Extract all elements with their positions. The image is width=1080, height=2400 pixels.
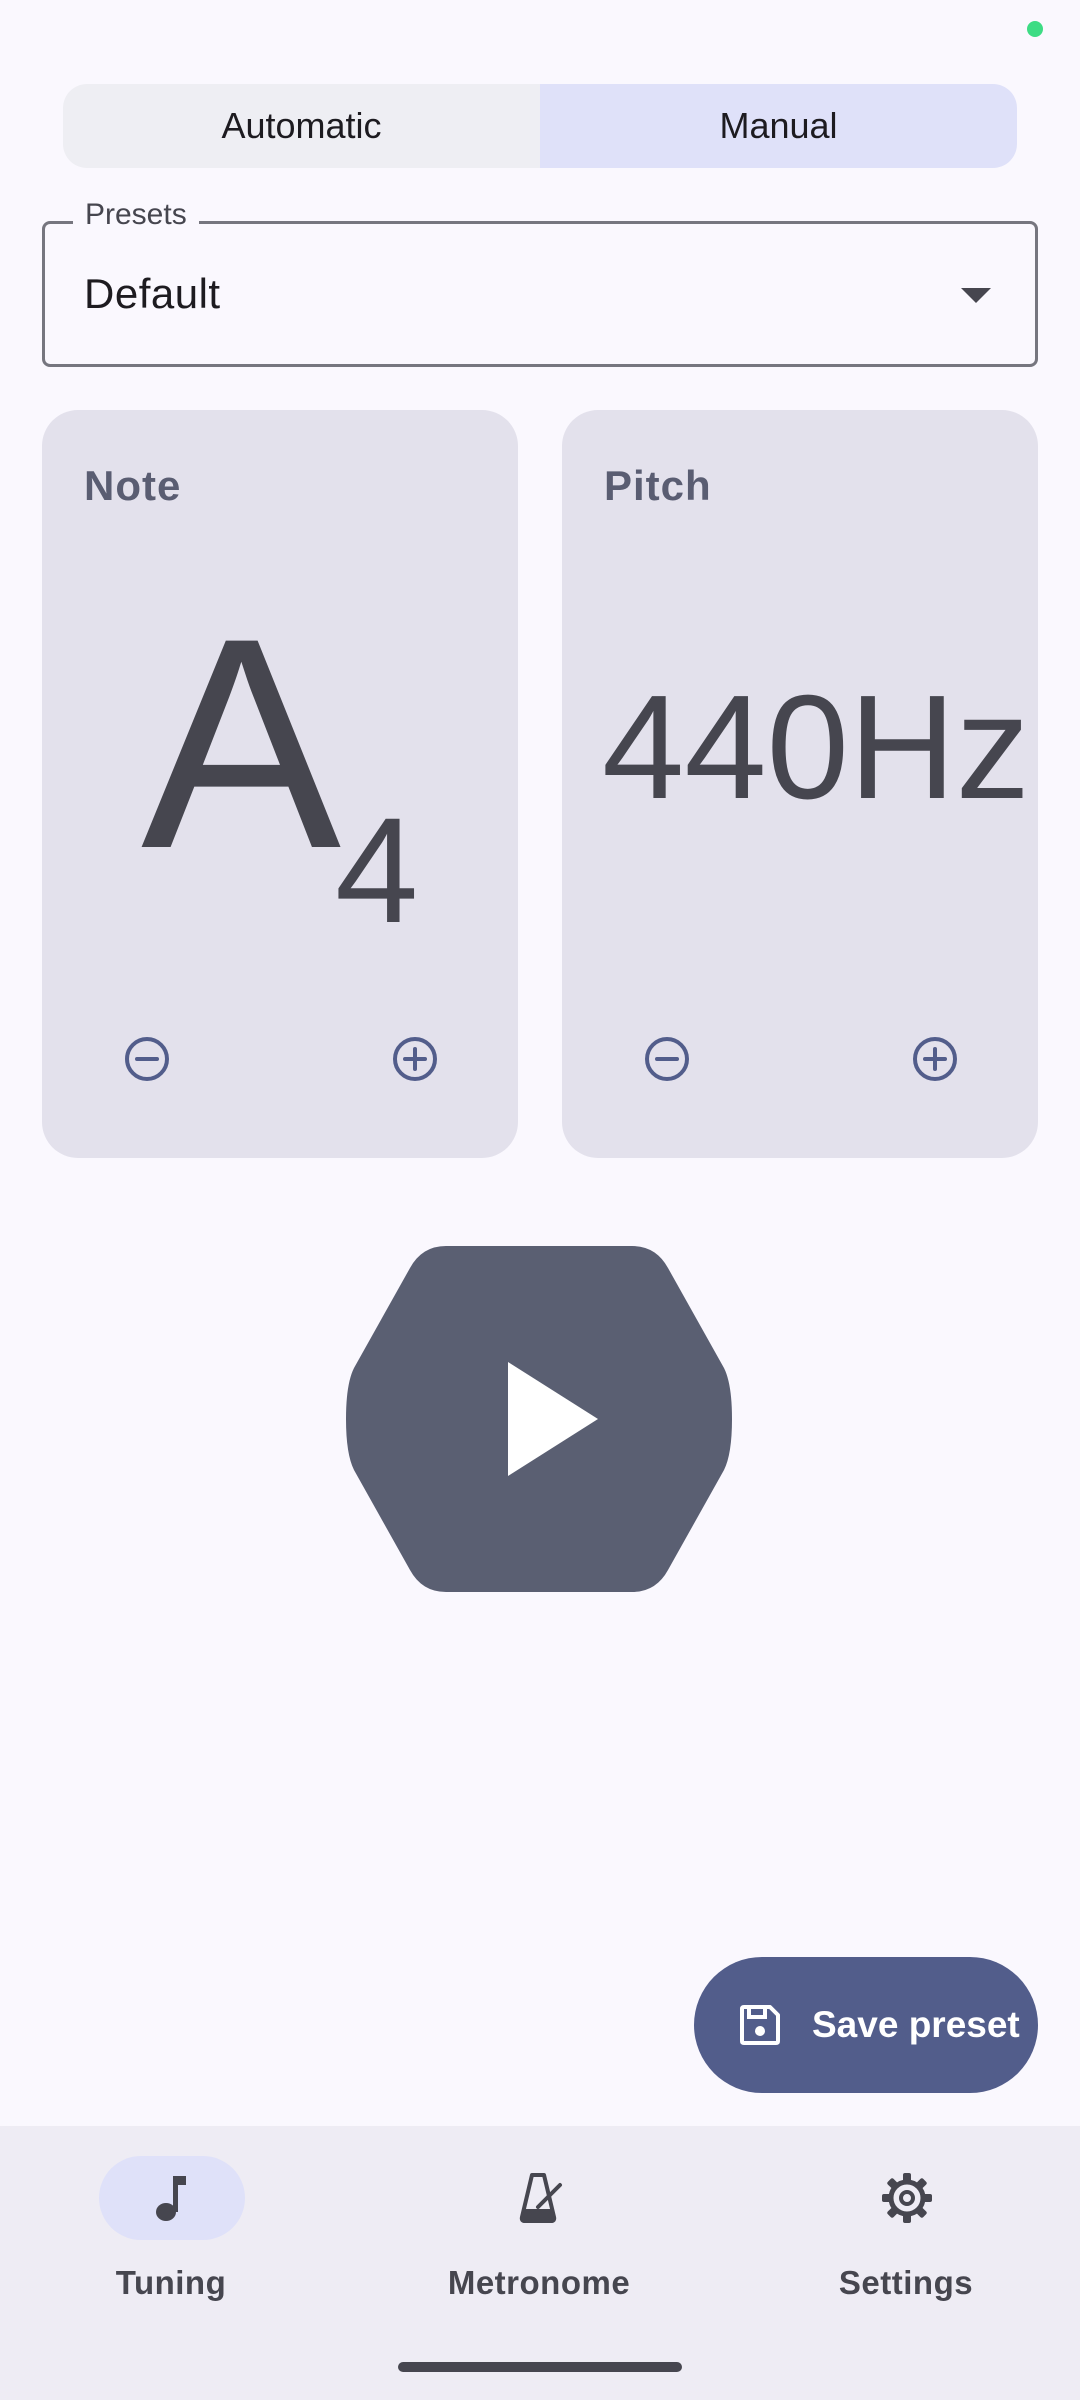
tab-automatic[interactable]: Automatic: [63, 84, 540, 168]
pitch-card: Pitch 440Hz: [562, 410, 1038, 1158]
tab-automatic-label: Automatic: [221, 105, 382, 146]
metronome-icon: [519, 2173, 562, 2223]
save-icon: [740, 2005, 780, 2045]
dropdown-arrow-icon: [961, 288, 991, 303]
music-note-icon: [156, 2176, 186, 2221]
play-button[interactable]: [346, 1246, 732, 1592]
note-letter: A: [141, 575, 342, 911]
nav-item-tuning[interactable]: Tuning: [51, 2156, 291, 2316]
plus-circle-icon: [393, 1037, 437, 1081]
note-octave: 4: [335, 786, 419, 954]
note-increase-button[interactable]: [385, 1029, 445, 1089]
note-card-title: Note: [84, 462, 182, 509]
gear-icon: [882, 2173, 932, 2223]
pitch-card-title: Pitch: [604, 462, 712, 509]
tab-manual[interactable]: Manual: [540, 84, 1017, 168]
presets-dropdown[interactable]: Presets Default: [42, 198, 1038, 367]
presets-value: Default: [84, 270, 221, 317]
privacy-indicator-dot: [1027, 21, 1043, 37]
note-card: Note A 4: [42, 410, 518, 1158]
note-decrease-button[interactable]: [117, 1029, 177, 1089]
tab-manual-label: Manual: [719, 105, 838, 146]
nav-item-metronome[interactable]: Metronome: [419, 2156, 659, 2316]
nav-icon-container: [467, 2156, 613, 2240]
mode-segmented-control: Automatic Manual: [63, 84, 1017, 168]
plus-circle-icon: [913, 1037, 957, 1081]
pitch-value: 440Hz: [602, 665, 1030, 830]
pitch-increase-button[interactable]: [905, 1029, 965, 1089]
save-preset-button[interactable]: Save preset: [694, 1957, 1038, 2093]
bottom-navigation: Tuning Metronome Settings: [0, 2126, 1080, 2400]
nav-icon-container: [834, 2156, 980, 2240]
minus-circle-icon: [125, 1037, 169, 1081]
nav-item-settings[interactable]: Settings: [786, 2156, 1026, 2316]
pitch-decrease-button[interactable]: [637, 1029, 697, 1089]
home-indicator[interactable]: [398, 2362, 682, 2372]
tuner-screen: Automatic Manual Presets Default Note A …: [0, 0, 1080, 2400]
presets-label: Presets: [73, 198, 199, 232]
minus-circle-icon: [645, 1037, 689, 1081]
save-preset-label: Save preset: [812, 2004, 1020, 2045]
nav-active-indicator: [99, 2156, 245, 2240]
nav-label-settings: Settings: [838, 2264, 974, 2301]
nav-label-tuning: Tuning: [115, 2264, 227, 2301]
play-hexagon-icon: [346, 1246, 732, 1592]
nav-label-metronome: Metronome: [447, 2264, 631, 2301]
